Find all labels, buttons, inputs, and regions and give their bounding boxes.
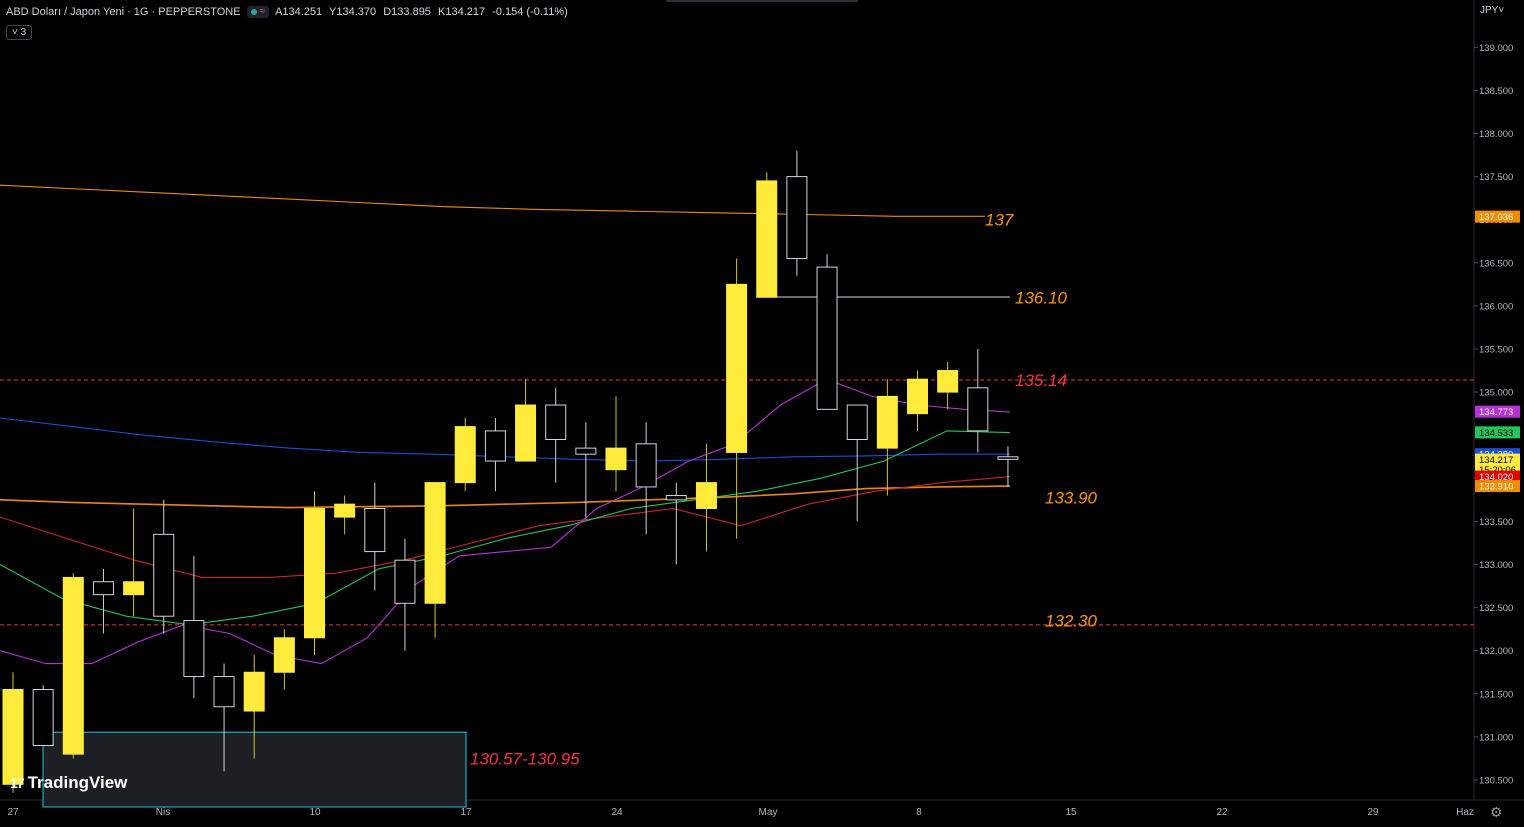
y-tick-label: 133.000 xyxy=(1479,560,1513,571)
candle-body xyxy=(32,688,54,747)
logo-icon: 17 xyxy=(10,775,25,791)
candle-body xyxy=(62,576,84,755)
annotation-label: 136.10 xyxy=(1015,288,1068,307)
currency-selector[interactable]: JPY˅ xyxy=(1480,5,1504,16)
candle-body xyxy=(876,395,898,449)
moving-average-line xyxy=(0,476,1011,578)
x-tick-label: 10 xyxy=(309,807,321,818)
candle-body xyxy=(123,581,145,596)
x-tick-label: 17 xyxy=(460,807,472,818)
candle-body xyxy=(454,426,476,484)
wave-icon: ≈ xyxy=(259,6,266,17)
candle-body xyxy=(756,180,778,298)
x-tick-label: 15 xyxy=(1065,807,1077,818)
candle-body xyxy=(2,688,24,785)
price-label-text: 134.533 xyxy=(1479,428,1513,439)
annotation-label: 130.57-130.95 xyxy=(470,749,580,768)
y-tick-label: 135.000 xyxy=(1479,388,1513,399)
price-label-text: 134.773 xyxy=(1479,407,1513,418)
moving-average-line xyxy=(0,184,985,217)
y-tick-label: 139.000 xyxy=(1479,43,1513,54)
chart-header: ABD Doları / Japon Yeni · 1G · PEPPERSTO… xyxy=(6,6,572,18)
price-chart[interactable]: 130.500 131.000 131.500 132.000 132.500 133.0… xyxy=(0,0,1524,827)
y-tick-label: 136.000 xyxy=(1479,301,1513,312)
candle-body xyxy=(545,404,567,441)
symbol-title[interactable]: ABD Doları / Japon Yeni · 1G · PEPPERSTO… xyxy=(6,6,241,18)
gear-icon[interactable]: ⚙ xyxy=(1490,804,1503,821)
ohlc-values: A134.251 Y134.370 D133.895 K134.217 -0.1… xyxy=(275,6,572,18)
moving-average-line xyxy=(0,485,1011,509)
candle-body xyxy=(786,176,808,259)
y-tick-label: 138.000 xyxy=(1479,129,1513,140)
close-value: K134.217 xyxy=(438,6,486,18)
y-tick-label: 137.500 xyxy=(1479,172,1513,183)
candle-body xyxy=(816,266,838,410)
candle-body xyxy=(92,581,114,596)
candle-body xyxy=(937,370,959,393)
annotation-label: 133.90 xyxy=(1045,488,1098,507)
low-value: D133.895 xyxy=(383,6,431,18)
tradingview-logo: 17 TradingView xyxy=(10,773,127,793)
y-tick-label: 138.500 xyxy=(1479,86,1513,97)
candle-body xyxy=(846,404,868,441)
price-label-text: 133.910 xyxy=(1479,482,1513,493)
candle-body xyxy=(394,559,416,604)
candle-body xyxy=(364,507,386,553)
price-label-text: 137.036 xyxy=(1479,212,1513,223)
y-tick-label: 136.500 xyxy=(1479,258,1513,269)
high-value: Y134.370 xyxy=(329,6,377,18)
candle-body xyxy=(334,503,356,518)
x-tick-label: 22 xyxy=(1216,807,1228,818)
candle-body xyxy=(575,447,597,455)
candle-body xyxy=(515,404,537,462)
x-tick-label: 24 xyxy=(611,807,623,818)
candle-body xyxy=(243,671,265,712)
candle-body xyxy=(907,378,928,415)
annotation-label: 135.14 xyxy=(1015,371,1067,390)
candle-body xyxy=(967,387,989,432)
annotation-label: 132.30 xyxy=(1045,612,1098,631)
y-tick-label: 135.500 xyxy=(1479,345,1513,356)
market-open-icon xyxy=(250,9,257,15)
candle-body xyxy=(635,443,657,488)
x-tick-label: 8 xyxy=(916,807,922,818)
candle-body xyxy=(605,447,627,471)
x-tick-label: 29 xyxy=(1367,807,1379,818)
candle-body xyxy=(726,283,748,453)
candle-body xyxy=(665,495,687,501)
y-tick-label: 132.000 xyxy=(1479,646,1513,657)
y-tick-label: 132.500 xyxy=(1479,603,1513,614)
candle-body xyxy=(183,620,205,678)
candle-body xyxy=(304,507,325,639)
y-tick-label: 133.500 xyxy=(1479,517,1513,528)
candle-body xyxy=(997,456,1019,460)
x-tick-label: May xyxy=(759,807,778,818)
candle-body xyxy=(153,533,175,617)
logo-text: TradingView xyxy=(27,773,128,792)
y-tick-label: 130.500 xyxy=(1479,776,1513,787)
x-tick-label: Haz xyxy=(1456,807,1474,818)
candle-body xyxy=(213,676,235,708)
x-tick-label: Nis xyxy=(156,807,170,818)
y-tick-label: 131.500 xyxy=(1479,689,1513,700)
open-value: A134.251 xyxy=(275,6,323,18)
annotation-label: 137 xyxy=(985,211,1014,230)
indicators-toggle-button[interactable]: ˅ 3 xyxy=(6,25,33,40)
candle-body xyxy=(273,637,295,673)
candle-body xyxy=(484,430,506,462)
candle-body xyxy=(695,482,717,509)
x-tick-label: 27 xyxy=(7,807,19,818)
market-status[interactable]: ≈ xyxy=(246,6,270,18)
y-tick-label: 131.000 xyxy=(1479,732,1513,743)
top-scroll-indicator xyxy=(666,0,858,2)
candle-body xyxy=(424,482,446,604)
change-value: -0.154 (-0.11%) xyxy=(492,6,568,18)
